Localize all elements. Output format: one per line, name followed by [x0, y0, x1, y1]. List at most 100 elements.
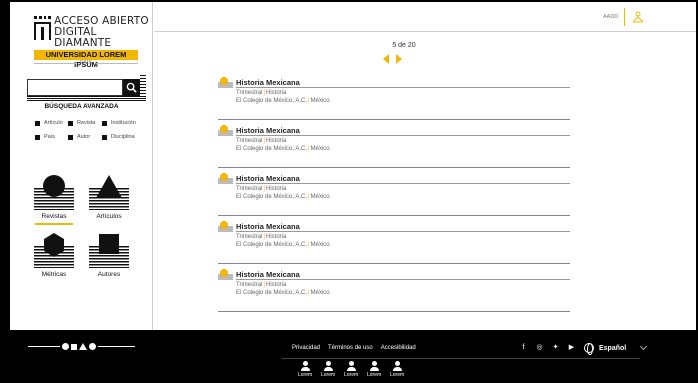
journal-icon [218, 77, 233, 88]
person-icon [325, 361, 331, 366]
logo-mark-icon [34, 16, 51, 40]
result-meta: Trimestral|Historia [236, 234, 287, 240]
checkbox-icon [68, 134, 73, 140]
active-indicator [35, 223, 73, 225]
university-name: UNIVERSIDAD LOREM IPSUM [34, 50, 138, 69]
category-metricas[interactable]: Métricas [29, 230, 79, 278]
category-revistas[interactable]: Revistas [29, 172, 79, 225]
result-divider [236, 183, 570, 184]
category-label: Autores [97, 271, 121, 278]
globe-icon [584, 343, 594, 355]
circle-icon [43, 175, 65, 197]
search-icon [126, 82, 137, 93]
filter-institucion[interactable]: Institución [102, 120, 142, 126]
checkbox-icon [102, 134, 107, 140]
category-autores[interactable]: Autores [84, 230, 134, 278]
category-label: Métricas [41, 271, 67, 278]
search-button[interactable] [123, 79, 140, 96]
footer-link-terms[interactable]: Términos de uso [328, 345, 373, 351]
journal-icon [218, 269, 233, 280]
result-title[interactable]: Historia Mexicana [236, 78, 300, 87]
result-item[interactable]: Historia Mexicana Trimestral|Historia El… [218, 218, 570, 264]
result-title[interactable]: Historia Mexicana [236, 126, 300, 135]
checkbox-icon [68, 120, 73, 126]
triangle-icon [96, 175, 122, 198]
prev-page-icon[interactable] [383, 54, 389, 64]
result-publisher: El Colegio de México, A.C.|México [236, 290, 330, 296]
result-item[interactable]: Historia Mexicana Trimestral|Historia El… [218, 122, 570, 168]
footer-shapes-icon [60, 343, 98, 350]
twitter-icon[interactable]: ✦ [552, 344, 559, 352]
chevron-down-icon [640, 342, 648, 351]
result-divider [236, 279, 570, 280]
search-decoration-bottom [27, 96, 146, 101]
checkbox-icon [102, 120, 107, 126]
language-selector[interactable]: Español [584, 342, 648, 355]
app-frame: ACCESO ABIERTO DIGITAL DIAMANTE UNIVERSI… [10, 2, 696, 330]
result-item[interactable]: Historia Mexicana Trimestral|Historia El… [218, 74, 570, 120]
top-bar: AADD [154, 2, 696, 32]
user-label[interactable]: AADD [603, 14, 618, 20]
filter-disciplina[interactable]: Disciplina [102, 134, 142, 140]
footer-links: Privacidad Términos de uso Accesibilidad [292, 345, 416, 351]
result-divider [236, 87, 570, 88]
country-label: PAÍS [34, 60, 138, 66]
divider [624, 8, 625, 26]
reader-icon[interactable] [632, 11, 644, 23]
journal-icon [218, 125, 233, 136]
category-articulos[interactable]: Artículos [84, 172, 134, 220]
checkbox-icon [35, 134, 40, 140]
result-title[interactable]: Historia Mexicana [236, 174, 300, 183]
filter-pais[interactable]: País [35, 134, 68, 140]
filter-revista[interactable]: Revista [68, 120, 102, 126]
category-label: Revistas [41, 213, 67, 220]
footer-people: Lorem Lorem Lorem Lorem Lorem [298, 361, 404, 378]
youtube-icon[interactable]: ▶ [568, 344, 575, 352]
journal-icon [218, 221, 233, 232]
hexagon-icon [44, 233, 64, 257]
site-logo[interactable]: ACCESO ABIERTO DIGITAL DIAMANTE [34, 16, 152, 49]
result-meta: Trimestral|Historia [236, 90, 287, 96]
instagram-icon[interactable]: ◎ [536, 344, 543, 352]
person-link[interactable]: Lorem [367, 361, 381, 378]
search-filters: Artículo Revista Institución País Autor … [35, 120, 153, 140]
person-icon [348, 361, 354, 366]
person-link[interactable]: Lorem [298, 361, 312, 378]
person-icon [394, 361, 400, 366]
social-links: f ◎ ✦ ▶ [520, 344, 575, 352]
filter-articulo[interactable]: Artículo [35, 120, 68, 126]
result-meta: Trimestral|Historia [236, 138, 287, 144]
result-publisher: El Colegio de México, A.C.|México [236, 194, 330, 200]
logo-text: ACCESO ABIERTO DIGITAL DIAMANTE [54, 16, 152, 49]
result-item[interactable]: Historia Mexicana Trimestral|Historia El… [218, 170, 570, 216]
person-link[interactable]: Lorem [321, 361, 335, 378]
result-publisher: El Colegio de México, A.C.|México [236, 242, 330, 248]
filter-autor[interactable]: Autor [68, 134, 102, 140]
checkbox-icon [35, 120, 40, 126]
person-link[interactable]: Lorem [344, 361, 358, 378]
footer-link-accessibility[interactable]: Accesibilidad [381, 345, 416, 351]
search-input[interactable] [27, 79, 123, 96]
advanced-search-link[interactable]: BÚSQUEDA AVANZADA [10, 103, 153, 110]
journal-icon [218, 173, 233, 184]
facebook-icon[interactable]: f [520, 344, 527, 352]
language-label: Español [599, 344, 627, 352]
result-divider [236, 135, 570, 136]
result-title[interactable]: Historia Mexicana [236, 222, 300, 231]
pagination-arrows [383, 54, 402, 64]
next-page-icon[interactable] [396, 54, 402, 64]
square-icon [99, 234, 119, 254]
result-publisher: El Colegio de México, A.C.|México [236, 146, 330, 152]
logo-line-2: DIGITAL DIAMANTE [54, 26, 112, 49]
sidebar: ACCESO ABIERTO DIGITAL DIAMANTE UNIVERSI… [10, 2, 153, 330]
result-meta: Trimestral|Historia [236, 282, 287, 288]
category-label: Artículos [96, 213, 122, 220]
result-title[interactable]: Historia Mexicana [236, 270, 300, 279]
result-publisher: El Colegio de México, A.C.|México [236, 98, 330, 104]
result-item[interactable]: Historia Mexicana Trimestral|Historia El… [218, 266, 570, 312]
result-divider [236, 231, 570, 232]
footer-link-privacy[interactable]: Privacidad [292, 345, 320, 351]
person-link[interactable]: Lorem [390, 361, 404, 378]
result-meta: Trimestral|Historia [236, 186, 287, 192]
footer-divider [282, 358, 640, 359]
